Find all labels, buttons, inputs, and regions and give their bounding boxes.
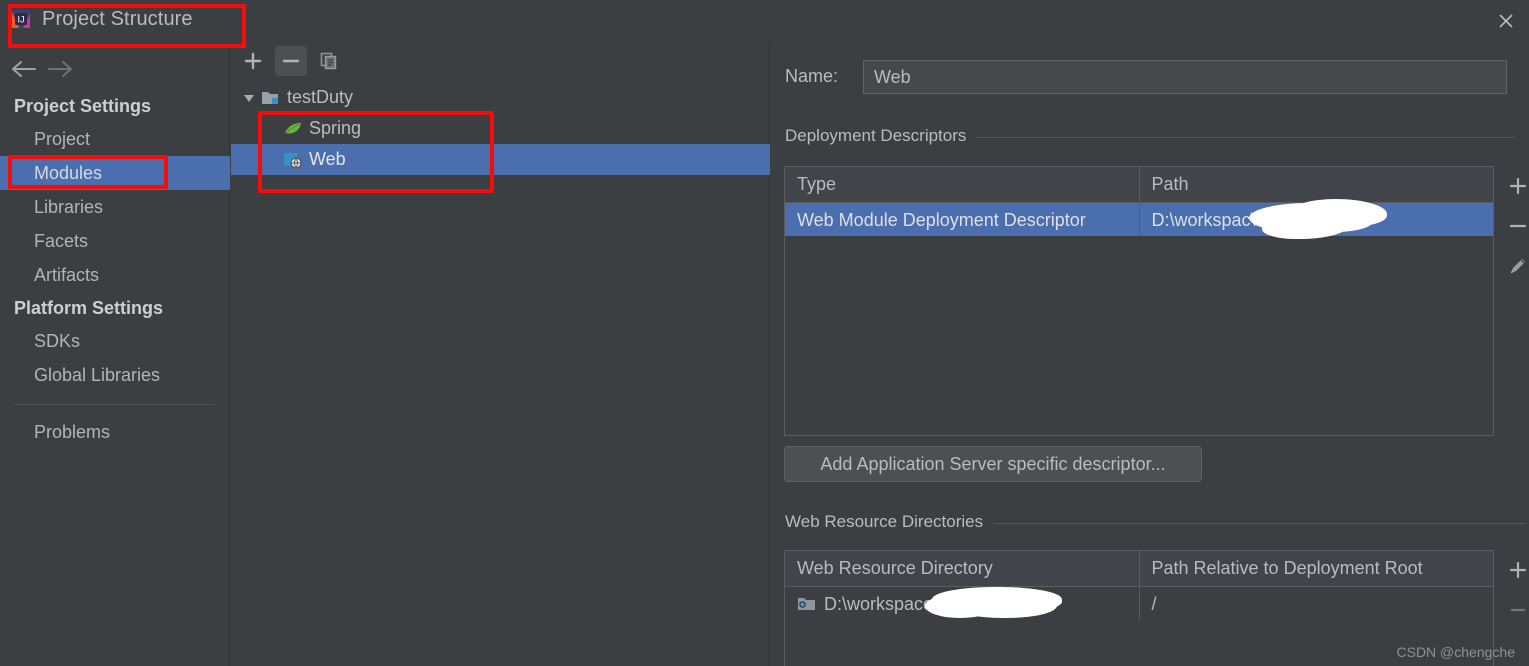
project-structure-dialog: IJ Project Structure Project Settings Pr… xyxy=(0,0,1529,666)
module-tree-rows: testDuty Spring Web xyxy=(231,82,770,175)
svg-text:IJ: IJ xyxy=(17,15,24,25)
column-header-path[interactable]: Path xyxy=(1138,167,1494,202)
plus-icon xyxy=(1509,561,1527,579)
deployment-descriptors-table[interactable]: Type Path Web Module Deployment Descript… xyxy=(784,166,1494,436)
arrow-right-icon xyxy=(48,61,72,77)
intellij-idea-icon: IJ xyxy=(10,9,32,31)
deployment-descriptors-buttons xyxy=(1497,166,1529,286)
cell-relative-path: / xyxy=(1138,587,1494,620)
group-divider-line xyxy=(993,522,1525,524)
chevron-down-icon[interactable] xyxy=(237,91,261,105)
web-facet-icon xyxy=(283,151,309,169)
tree-item-label: Web xyxy=(309,149,346,169)
sidebar-divider xyxy=(14,404,214,405)
tree-item-web[interactable]: Web xyxy=(231,144,770,175)
sidebar-item-facets[interactable]: Facets xyxy=(0,224,230,258)
sidebar-item-modules[interactable]: Modules xyxy=(0,156,230,190)
web-resource-directories-table[interactable]: Web Resource Directory Path Relative to … xyxy=(784,550,1494,666)
tree-item-label: Spring xyxy=(309,118,362,138)
column-header-path-relative[interactable]: Path Relative to Deployment Root xyxy=(1138,551,1494,586)
title-bar: IJ Project Structure xyxy=(0,0,1529,42)
sidebar-item-libraries[interactable]: Libraries xyxy=(0,190,230,224)
nav-group-platform-settings: Platform Settings xyxy=(14,298,164,318)
remove-descriptor-button[interactable] xyxy=(1497,206,1529,246)
web-resource-directories-group-label: Web Resource Directories xyxy=(785,512,1525,532)
pencil-icon xyxy=(1511,259,1525,273)
add-descriptor-button[interactable] xyxy=(1497,166,1529,206)
cell-web-resource-directory: D:\workspace\ \main\... xyxy=(785,587,1139,620)
module-tree-panel: testDuty Spring Web xyxy=(231,42,770,666)
copy-icon xyxy=(320,52,337,70)
cell-directory-head: D:\workspace\ xyxy=(824,593,939,614)
tree-item-testduty[interactable]: testDuty xyxy=(231,82,770,113)
arrow-left-icon xyxy=(12,61,36,77)
name-label: Name: xyxy=(785,66,839,86)
sidebar-item-global-libraries[interactable]: Global Libraries xyxy=(0,358,230,392)
sidebar-item-artifacts[interactable]: Artifacts xyxy=(0,258,230,292)
forward-button[interactable] xyxy=(42,56,78,82)
cell-path-head: D:\workspac xyxy=(1151,209,1251,230)
cell-path-tail: \main\web\W xyxy=(1250,209,1355,230)
navigation-arrows xyxy=(0,50,230,88)
group-divider-line xyxy=(976,136,1515,138)
close-button[interactable] xyxy=(1483,0,1529,42)
plus-icon xyxy=(1509,177,1527,195)
deployment-descriptors-group-label: Deployment Descriptors xyxy=(785,126,1515,146)
table-header-row: Type Path xyxy=(785,167,1493,203)
add-app-server-descriptor-button[interactable]: Add Application Server specific descript… xyxy=(784,446,1202,482)
cell-descriptor-path: D:\workspac \main\web\W xyxy=(1138,203,1494,236)
plus-icon xyxy=(244,52,262,70)
sidebar-item-sdks[interactable]: SDKs xyxy=(0,324,230,358)
minus-icon xyxy=(1510,608,1526,612)
back-button[interactable] xyxy=(6,56,42,82)
window-title: Project Structure xyxy=(42,8,193,30)
cell-directory-tail: \main\... xyxy=(938,593,1003,614)
add-module-button[interactable] xyxy=(237,46,269,76)
spring-leaf-icon xyxy=(283,120,309,138)
tree-item-spring[interactable]: Spring xyxy=(231,113,770,144)
table-row[interactable]: D:\workspace\ \main\... / xyxy=(785,587,1493,620)
add-web-resource-button[interactable] xyxy=(1497,550,1529,590)
remove-module-button[interactable] xyxy=(275,46,307,76)
column-header-web-resource-directory[interactable]: Web Resource Directory xyxy=(785,551,1139,586)
module-folder-icon xyxy=(261,89,287,107)
table-row[interactable]: Web Module Deployment Descriptor D:\work… xyxy=(785,203,1493,236)
cell-descriptor-type: Web Module Deployment Descriptor xyxy=(797,209,1086,230)
web-resource-folder-icon xyxy=(797,595,816,612)
column-header-type[interactable]: Type xyxy=(785,167,1139,202)
module-tree-toolbar xyxy=(231,42,770,80)
module-details-panel: Name: Deployment Descriptors Type Path W… xyxy=(771,42,1529,666)
copy-module-button[interactable] xyxy=(313,46,345,76)
settings-nav-list: Project Settings Project Modules Librari… xyxy=(0,90,230,449)
tree-item-label: testDuty xyxy=(287,87,354,107)
settings-sidebar: Project Settings Project Modules Librari… xyxy=(0,42,230,666)
table-header-row: Web Resource Directory Path Relative to … xyxy=(785,551,1493,587)
edit-descriptor-button[interactable] xyxy=(1497,246,1529,286)
sidebar-item-problems[interactable]: Problems xyxy=(0,415,230,449)
nav-group-project-settings: Project Settings xyxy=(14,96,152,116)
csdn-watermark: CSDN @chengche xyxy=(1396,644,1516,660)
web-resource-buttons xyxy=(1497,550,1529,630)
sidebar-item-project[interactable]: Project xyxy=(0,122,230,156)
remove-web-resource-button[interactable] xyxy=(1497,590,1529,630)
minus-icon xyxy=(282,59,300,63)
close-icon xyxy=(1499,14,1513,28)
minus-icon xyxy=(1509,224,1527,228)
module-name-input[interactable] xyxy=(863,60,1507,94)
